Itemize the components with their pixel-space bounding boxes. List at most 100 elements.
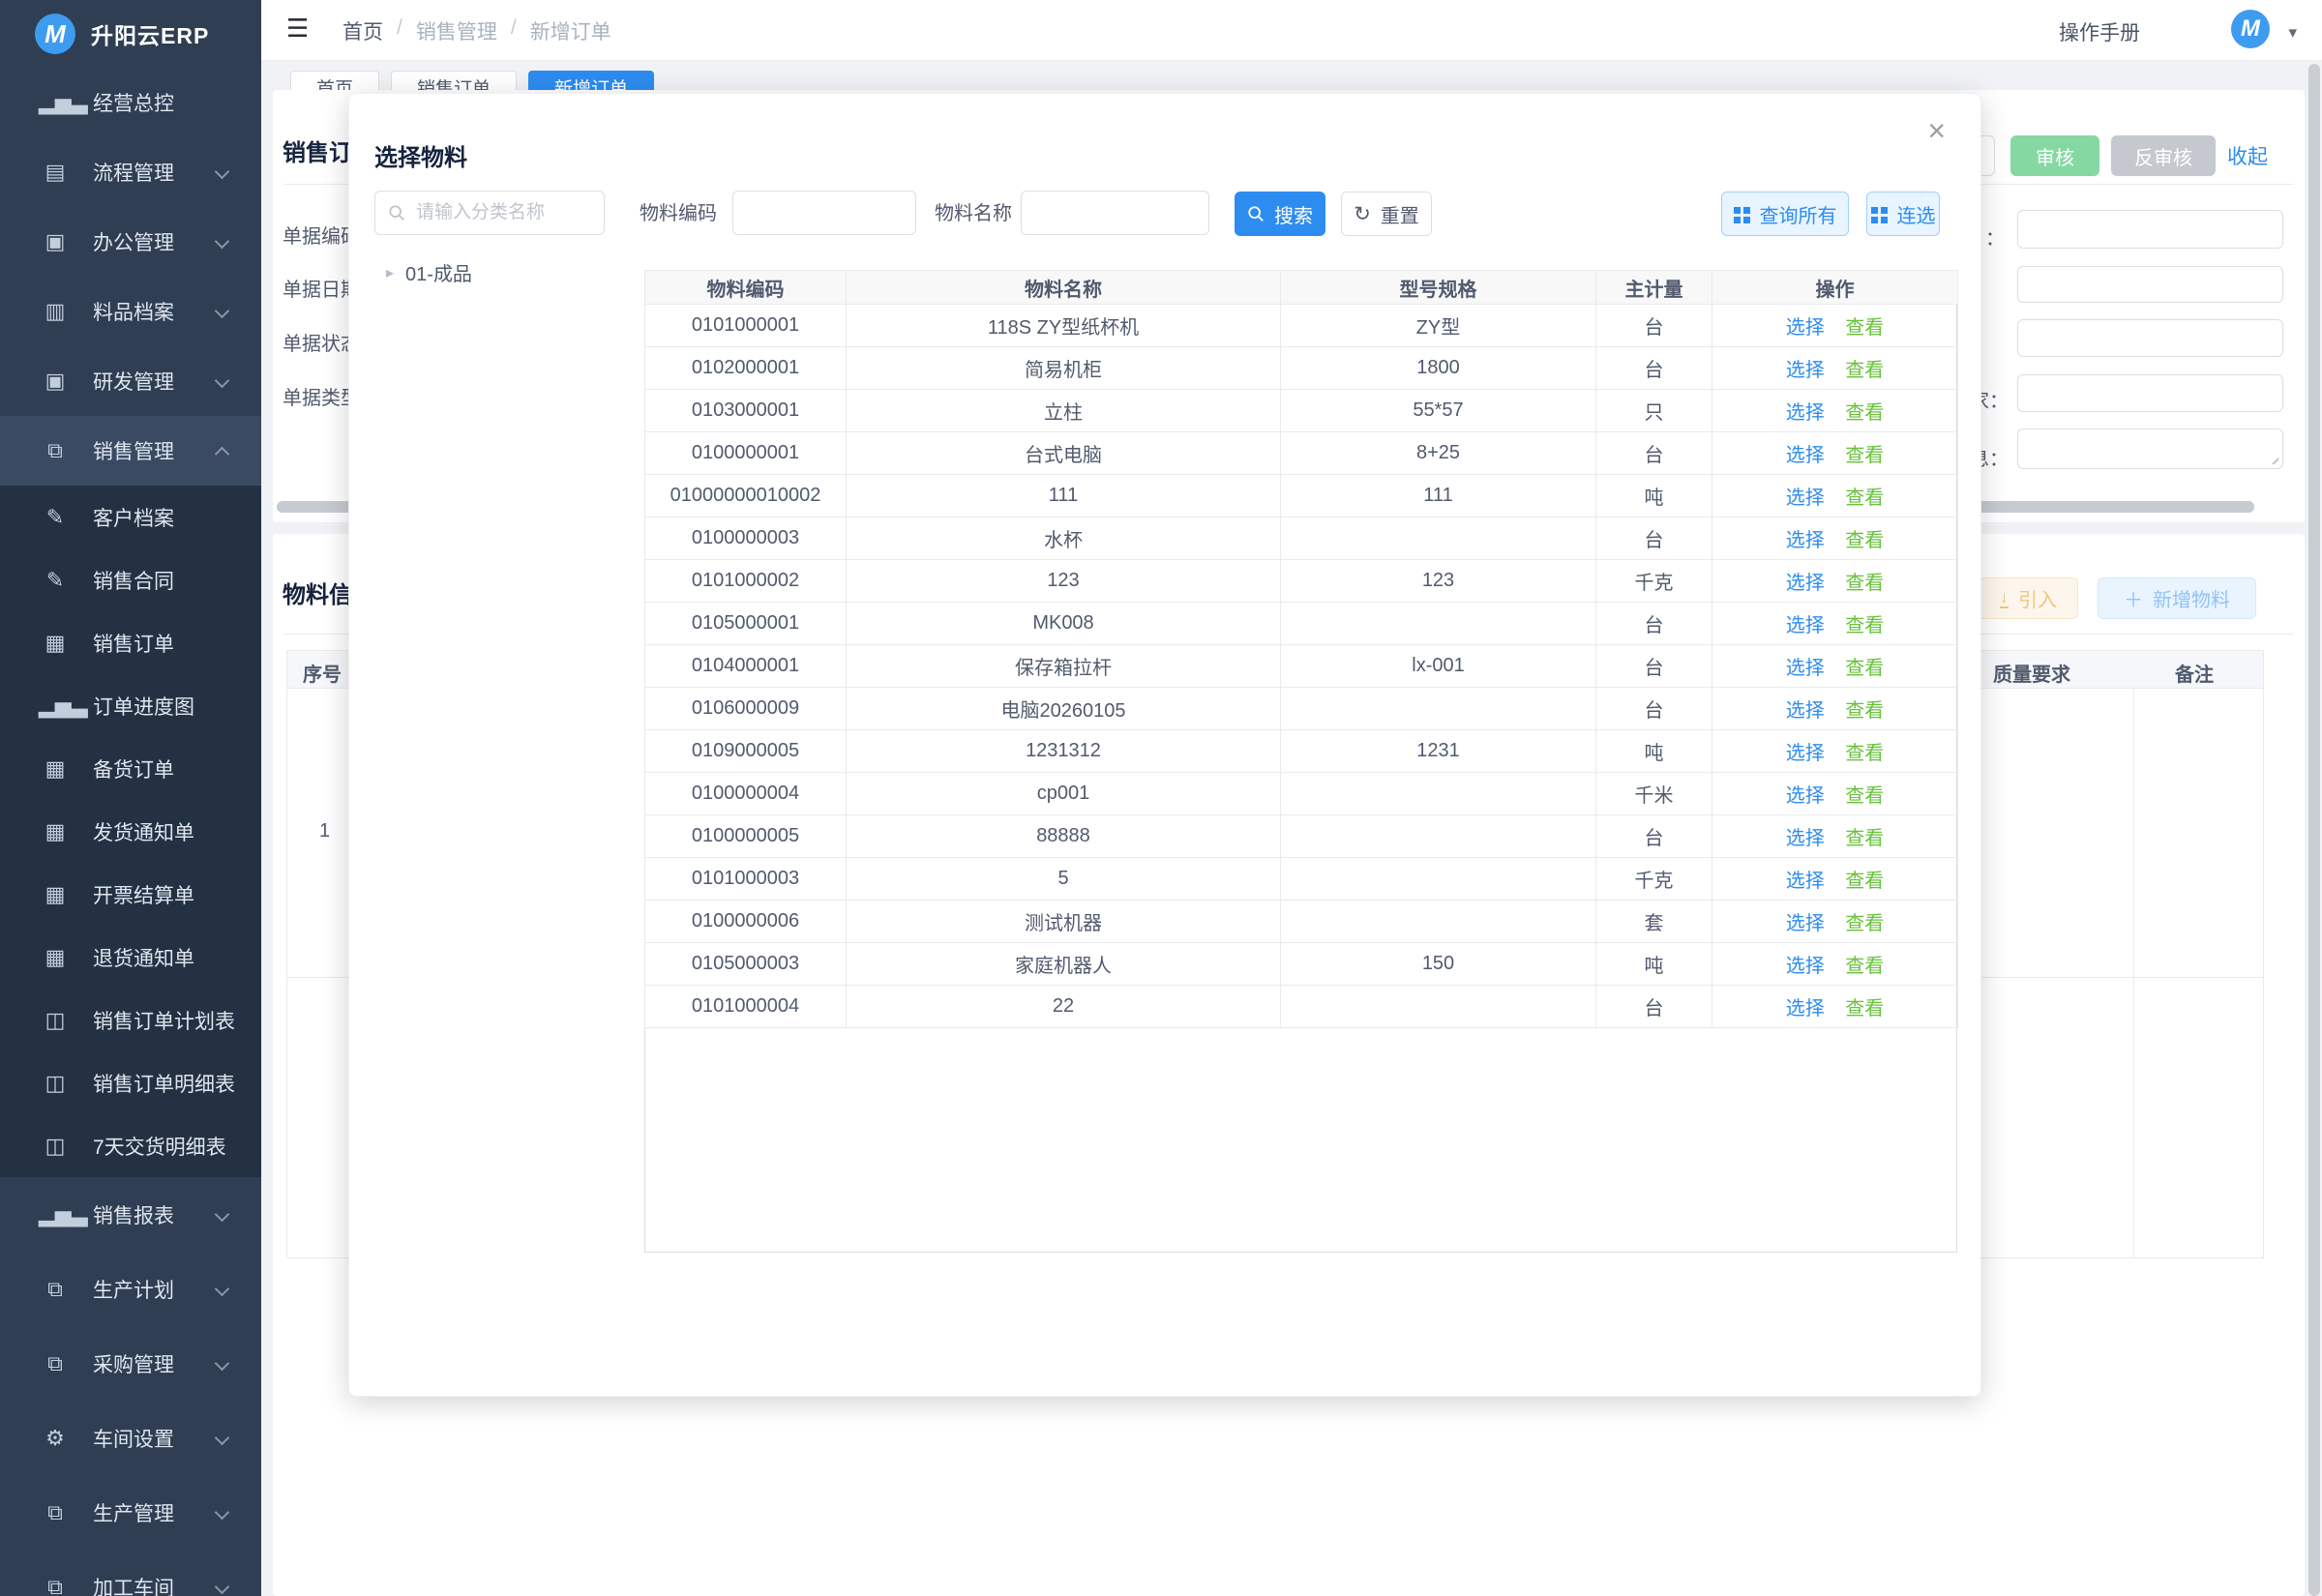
sidebar-subitem[interactable]: 备货订单 <box>0 737 261 800</box>
select-link[interactable]: 选择 <box>1786 700 1825 722</box>
view-link[interactable]: 查看 <box>1845 445 1884 466</box>
sidebar-item[interactable]: 生产管理 <box>0 1475 261 1550</box>
query-all-button[interactable]: 查询所有 <box>1721 192 1849 236</box>
sidebar-subitem[interactable]: 发货通知单 <box>0 800 261 863</box>
sidebar-item[interactable]: 料品档案 <box>0 277 261 346</box>
view-link[interactable]: 查看 <box>1845 871 1884 892</box>
tab-new-order[interactable]: 新增订单 <box>528 71 654 91</box>
reset-button[interactable]: ↻ 重置 <box>1341 192 1432 236</box>
sidebar-subitem[interactable]: 销售合同 <box>0 548 261 611</box>
sidebar-item[interactable]: 车间设置 <box>0 1401 261 1475</box>
tab-home[interactable]: 首页 <box>290 71 379 91</box>
user-avatar[interactable]: M <box>2231 10 2270 48</box>
view-link[interactable]: 查看 <box>1845 530 1884 551</box>
view-link[interactable]: 查看 <box>1845 956 1884 977</box>
breadcrumb-section[interactable]: 销售管理 <box>416 16 497 45</box>
sidebar-subitem[interactable]: 客户档案 <box>0 486 261 548</box>
search-button[interactable]: 搜索 <box>1235 192 1325 236</box>
vertical-scrollbar[interactable] <box>2308 64 2320 1596</box>
select-link[interactable]: 选择 <box>1786 871 1825 892</box>
operation-manual-link[interactable]: 操作手册 <box>2059 17 2140 46</box>
order-form-input[interactable] <box>2017 210 2283 249</box>
table-row: 01000000010002 111 111 吨 选择 查看 <box>645 475 1958 517</box>
quality-column-header: 质量要求 <box>1993 659 2070 687</box>
order-form-textarea[interactable] <box>2017 429 2283 469</box>
sidebar-subitem[interactable]: 退货通知单 <box>0 926 261 989</box>
material-name-input[interactable] <box>1021 191 1209 235</box>
view-link[interactable]: 查看 <box>1845 615 1884 636</box>
sidebar-subitem[interactable]: 销售订单计划表 <box>0 989 261 1051</box>
sidebar-item[interactable]: 加工车间 <box>0 1550 261 1596</box>
view-link[interactable]: 查看 <box>1845 828 1884 849</box>
order-form-input[interactable] <box>2017 319 2283 357</box>
select-link[interactable]: 选择 <box>1786 615 1825 636</box>
select-link[interactable]: 选择 <box>1786 530 1825 551</box>
category-search-input[interactable] <box>374 191 605 235</box>
view-link[interactable]: 查看 <box>1845 573 1884 594</box>
select-link[interactable]: 选择 <box>1786 445 1825 466</box>
view-link[interactable]: 查看 <box>1845 317 1884 339</box>
sidebar-item[interactable]: 办公管理 <box>0 207 261 277</box>
sidebar-subitem[interactable]: 销售订单明细表 <box>0 1051 261 1114</box>
select-link[interactable]: 选择 <box>1786 743 1825 764</box>
unaudit-button[interactable]: 反审核 <box>2111 135 2216 176</box>
category-tree-node[interactable]: ▸ 01-成品 <box>386 258 472 286</box>
select-link[interactable]: 选择 <box>1786 573 1825 594</box>
view-link[interactable]: 查看 <box>1845 743 1884 764</box>
sidebar-subitem[interactable]: 订单进度图 <box>0 674 261 737</box>
audit-button[interactable]: 审核 <box>2010 135 2099 176</box>
menu-icon <box>39 90 72 115</box>
select-link[interactable]: 选择 <box>1786 998 1825 1020</box>
view-link[interactable]: 查看 <box>1845 488 1884 509</box>
breadcrumb-home[interactable]: 首页 <box>342 16 383 45</box>
material-spec-cell <box>1281 688 1596 730</box>
sidebar-item[interactable]: 经营总控 <box>0 68 261 137</box>
select-link[interactable]: 选择 <box>1786 913 1825 934</box>
view-link[interactable]: 查看 <box>1845 785 1884 807</box>
sidebar-item[interactable]: 研发管理 <box>0 346 261 416</box>
sidebar-item[interactable]: 采购管理 <box>0 1326 261 1401</box>
modal-search-row: 物料编码 物料名称 搜索 ↻ 重置 查询所有 连选 <box>349 191 1980 237</box>
select-link[interactable]: 选择 <box>1786 956 1825 977</box>
breadcrumb-current: 新增订单 <box>530 16 611 45</box>
tab-sales-order[interactable]: 销售订单 <box>391 71 517 91</box>
order-form-input[interactable] <box>2017 266 2283 303</box>
sidebar-item[interactable]: 销售报表 <box>0 1177 261 1252</box>
order-form-input[interactable] <box>2017 374 2283 412</box>
sidebar-item-sales-management[interactable]: 销售管理 <box>0 416 261 486</box>
sidebar-item[interactable]: 生产计划 <box>0 1252 261 1326</box>
material-code-input[interactable] <box>732 191 916 235</box>
search-icon <box>1247 205 1265 222</box>
select-link[interactable]: 选择 <box>1786 785 1825 807</box>
select-link[interactable]: 选择 <box>1786 317 1825 339</box>
close-icon[interactable]: × <box>1927 115 1946 146</box>
tree-node-label: 01-成品 <box>405 258 472 286</box>
sidebar-subitem[interactable]: 7天交货明细表 <box>0 1114 261 1177</box>
sidebar-subitem[interactable]: 销售订单 <box>0 611 261 674</box>
select-link[interactable]: 选择 <box>1786 828 1825 849</box>
textarea-resize-handle[interactable] <box>2267 453 2278 464</box>
material-unit-cell: 吨 <box>1596 475 1712 517</box>
add-material-button[interactable]: ＋ 新增物料 <box>2098 577 2256 619</box>
view-link[interactable]: 查看 <box>1845 402 1884 424</box>
user-dropdown-caret-icon[interactable]: ▾ <box>2288 23 2297 43</box>
view-link[interactable]: 查看 <box>1845 913 1884 934</box>
select-link[interactable]: 选择 <box>1786 658 1825 679</box>
collapse-menu-icon[interactable]: ☰ <box>286 14 309 44</box>
grid-icon <box>1871 207 1878 214</box>
sidebar-item[interactable]: 流程管理 <box>0 137 261 207</box>
multi-select-button[interactable]: 连选 <box>1866 192 1940 236</box>
select-link[interactable]: 选择 <box>1786 402 1825 424</box>
menu-icon <box>39 945 72 970</box>
collapse-link[interactable]: 收起 <box>2227 141 2268 170</box>
view-link[interactable]: 查看 <box>1845 998 1884 1020</box>
material-table-header-row: 物料编码物料名称型号规格主计量操作 <box>645 271 1958 305</box>
import-button[interactable]: ↓ 引入 <box>1979 577 2078 619</box>
view-link[interactable]: 查看 <box>1845 700 1884 722</box>
select-link[interactable]: 选择 <box>1786 360 1825 381</box>
view-link[interactable]: 查看 <box>1845 658 1884 679</box>
view-link[interactable]: 查看 <box>1845 360 1884 381</box>
select-link[interactable]: 选择 <box>1786 488 1825 509</box>
sidebar-subitem[interactable]: 开票结算单 <box>0 863 261 926</box>
material-unit-cell: 吨 <box>1596 943 1712 986</box>
